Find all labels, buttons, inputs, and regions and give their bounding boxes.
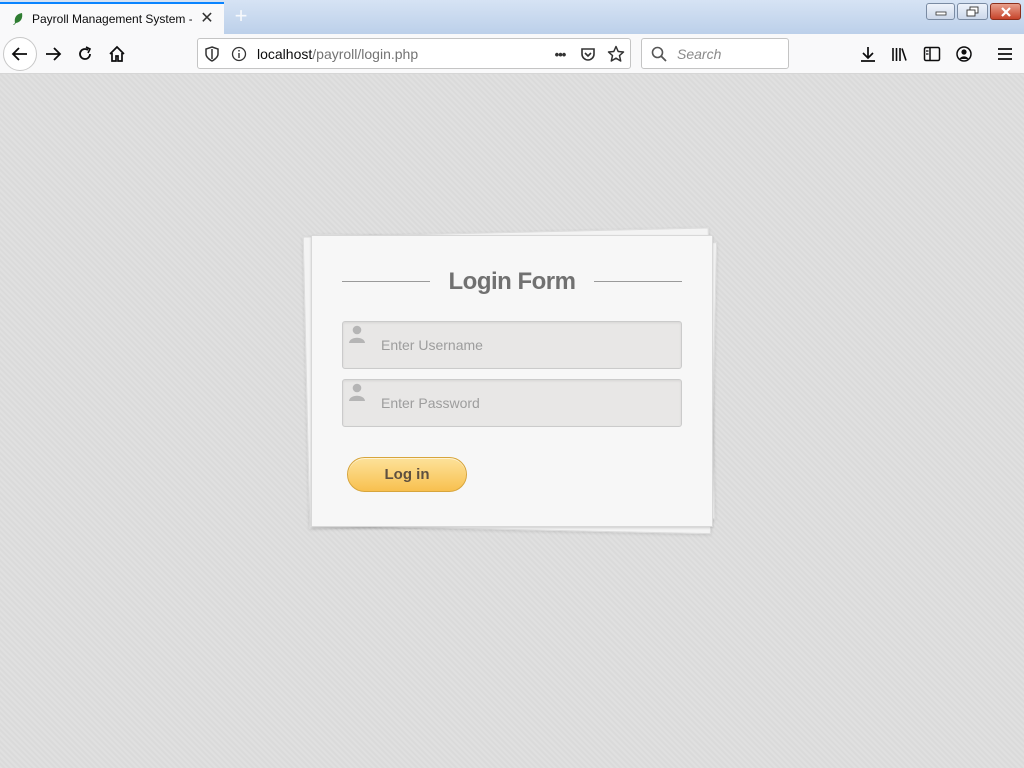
username-field[interactable] — [342, 321, 682, 369]
search-icon — [649, 44, 669, 64]
pocket-icon[interactable] — [578, 44, 598, 64]
password-input[interactable] — [381, 392, 671, 414]
site-info-icon[interactable] — [229, 44, 249, 64]
reload-button[interactable] — [69, 38, 101, 70]
leaf-favicon-icon — [10, 11, 26, 27]
account-icon[interactable] — [948, 38, 980, 70]
window-minimize-button[interactable] — [926, 3, 955, 20]
password-field[interactable] — [342, 379, 682, 427]
window-restore-button[interactable] — [957, 3, 988, 20]
heading-divider-right — [594, 281, 682, 282]
sidebar-toggle-icon[interactable] — [916, 38, 948, 70]
tab-title: Payroll Management System - — [32, 12, 192, 26]
home-button[interactable] — [101, 38, 133, 70]
login-form: Login Form Log in — [311, 235, 713, 527]
window-close-button[interactable] — [990, 3, 1021, 20]
browser-tab[interactable]: Payroll Management System - ✕ — [0, 2, 224, 34]
username-input[interactable] — [381, 334, 671, 356]
tracking-shield-icon[interactable] — [202, 44, 222, 64]
url-text[interactable]: localhost/payroll/login.php — [257, 46, 418, 62]
browser-titlebar: Payroll Management System - ✕ + — [0, 0, 1024, 34]
library-icon[interactable] — [884, 38, 916, 70]
new-tab-button[interactable]: + — [230, 5, 252, 27]
search-placeholder: Search — [677, 46, 722, 62]
url-path: /payroll/login.php — [312, 46, 419, 62]
login-heading-row: Login Form — [342, 266, 682, 298]
user-icon — [348, 382, 366, 402]
forward-button[interactable] — [37, 38, 69, 70]
menu-hamburger-icon[interactable] — [989, 38, 1021, 70]
login-button[interactable]: Log in — [347, 457, 467, 492]
bookmark-star-icon[interactable] — [606, 44, 626, 64]
back-button[interactable] — [3, 37, 37, 71]
login-heading: Login Form — [448, 268, 576, 295]
url-bar[interactable]: localhost/payroll/login.php ••• — [197, 38, 631, 69]
user-icon — [348, 324, 366, 344]
browser-navbar: localhost/payroll/login.php ••• Search — [0, 34, 1024, 74]
downloads-icon[interactable] — [852, 38, 884, 70]
search-bar[interactable]: Search — [641, 38, 789, 69]
page-actions-icon[interactable]: ••• — [550, 44, 570, 64]
url-host: localhost — [257, 46, 313, 62]
tab-close-icon[interactable]: ✕ — [198, 10, 216, 28]
